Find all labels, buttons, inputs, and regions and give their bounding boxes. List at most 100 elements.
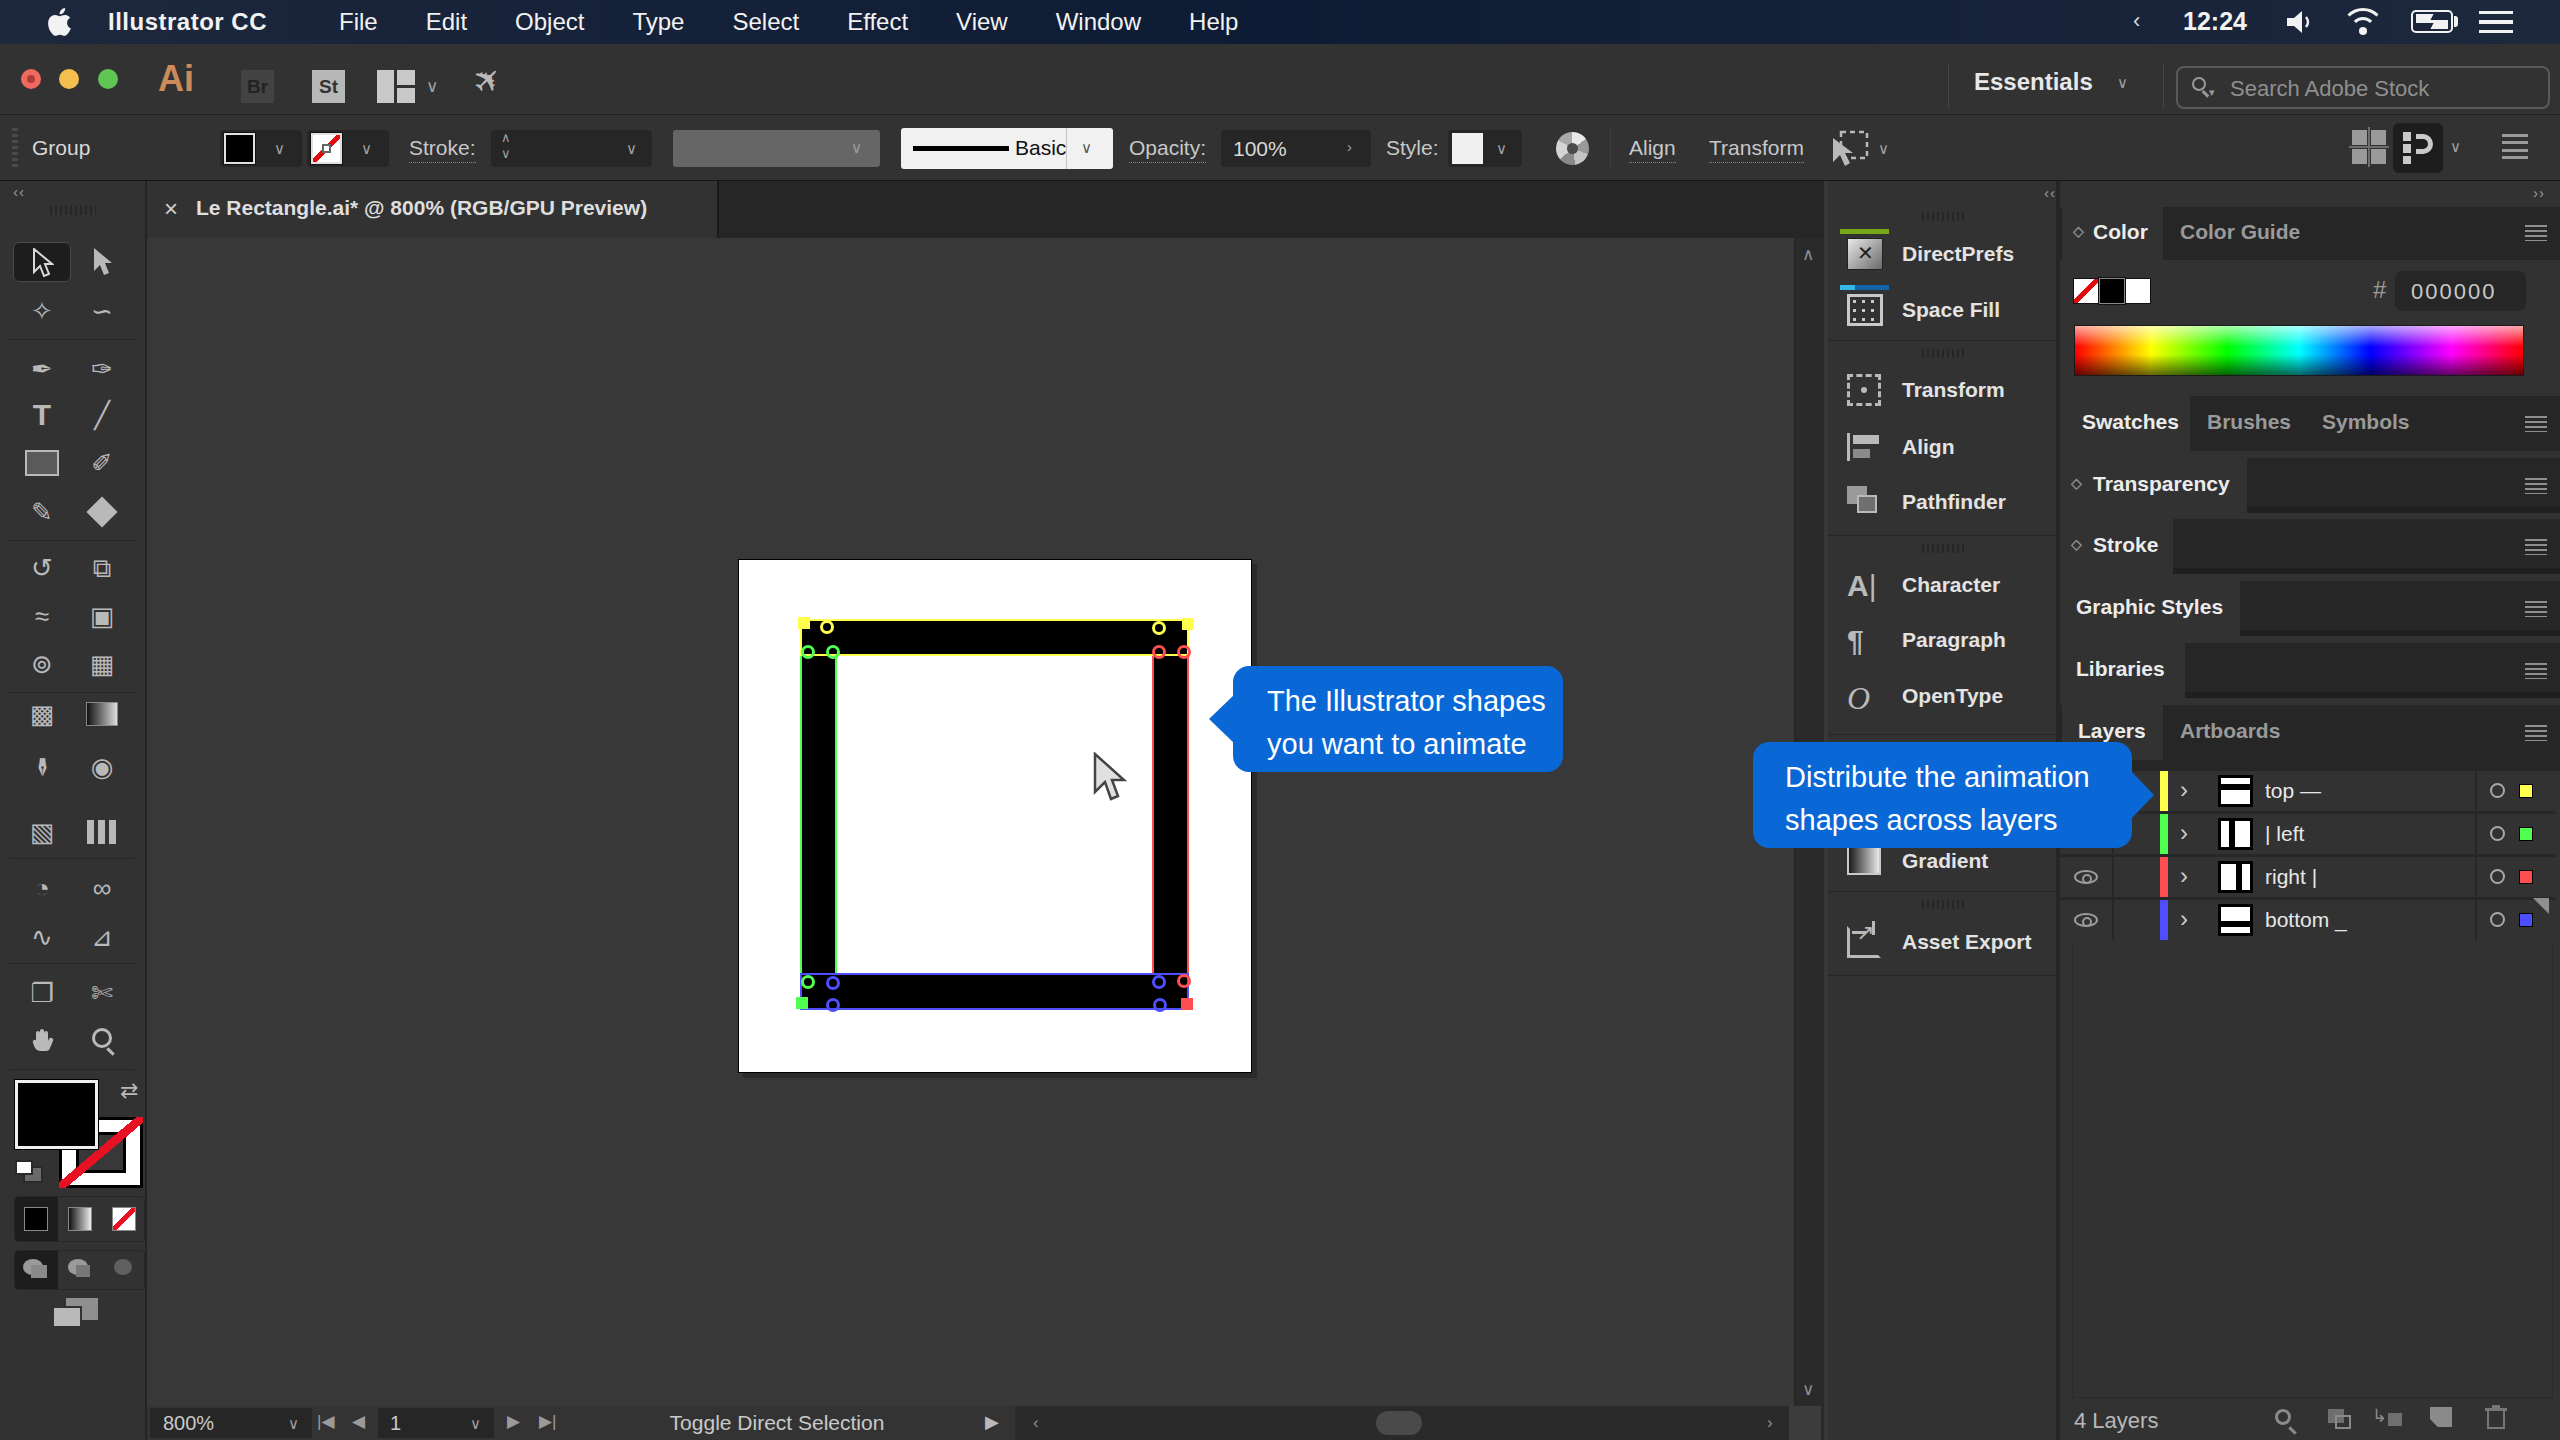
dock-item-character[interactable]: A| Character	[1828, 569, 2056, 613]
measure-tool[interactable]: ⊿	[73, 917, 131, 957]
control-menu-icon[interactable]	[2502, 134, 2528, 160]
panel-libraries[interactable]: Libraries	[2060, 643, 2560, 698]
paintbrush-tool[interactable]: ✐	[73, 443, 131, 483]
close-button[interactable]	[21, 69, 41, 89]
gradient-fill-button[interactable]	[58, 1197, 102, 1241]
stock-badge[interactable]: St	[312, 70, 345, 103]
color-none-swatch[interactable]	[2073, 278, 2099, 304]
menu-edit[interactable]: Edit	[426, 8, 467, 36]
menu-object[interactable]: Object	[515, 8, 584, 36]
next-artboard-icon[interactable]: ▶	[507, 1411, 520, 1432]
layout-chevron-icon[interactable]: ∨	[426, 76, 438, 97]
dock-panels-button[interactable]	[2393, 123, 2443, 173]
perspective-grid-tool[interactable]: ▦	[73, 644, 131, 684]
new-sublayer-icon[interactable]: ↳	[2372, 1409, 2402, 1429]
bridge-badge[interactable]: Br	[241, 70, 274, 103]
menubar-clock[interactable]: 12:24	[2183, 7, 2247, 36]
style-swatch-button[interactable]: ∨	[1448, 130, 1522, 167]
align-label[interactable]: Align	[1629, 136, 1676, 163]
menu-app-name[interactable]: Illustrator CC	[108, 8, 267, 36]
layer-right-expander[interactable]: ›	[2180, 862, 2188, 890]
dock-item-pathfinder[interactable]: Pathfinder	[1828, 486, 2056, 530]
shape-right[interactable]	[1154, 621, 1187, 1008]
free-transform-tool[interactable]: ▣	[73, 596, 131, 636]
rotate-tool[interactable]: ↺	[13, 548, 71, 588]
layer-top-selection-chip[interactable]	[2519, 784, 2533, 798]
layers-search-icon[interactable]	[2275, 1409, 2291, 1425]
menu-select[interactable]: Select	[732, 8, 799, 36]
hex-field[interactable]: 000000	[2395, 271, 2526, 311]
panel-transparency[interactable]: ◇Transparency	[2060, 458, 2560, 513]
libraries-menu-icon[interactable]	[2525, 663, 2547, 679]
zoom-level-dropdown[interactable]: 800% ∨	[150, 1408, 312, 1438]
artboard-tool[interactable]: ❐	[13, 973, 71, 1013]
panel-collapse-icon[interactable]: ››	[2533, 184, 2545, 201]
selection-tool[interactable]	[13, 242, 71, 282]
type-tool[interactable]: T	[13, 395, 71, 435]
layer-right-thumbnail[interactable]	[2218, 861, 2253, 893]
menu-file[interactable]: File	[339, 8, 378, 36]
status-popup-icon[interactable]: ▶	[985, 1411, 999, 1433]
stroke-label[interactable]: Stroke:	[409, 136, 476, 163]
tab-artboards[interactable]: Artboards	[2163, 705, 2300, 760]
dock-chevron-icon[interactable]: ∨	[2450, 138, 2461, 156]
transform-label[interactable]: Transform	[1709, 136, 1804, 163]
hand-tool[interactable]	[13, 1021, 71, 1061]
shape-tool[interactable]: ∞	[73, 868, 131, 908]
dock-item-spacefill[interactable]: Space Fill	[1828, 294, 2056, 338]
battery-icon[interactable]	[2411, 10, 2459, 34]
arrange-documents-icon[interactable]	[2352, 130, 2386, 164]
shape-builder-tool[interactable]: ⊚	[13, 644, 71, 684]
layer-right-target-icon[interactable]	[2490, 869, 2505, 884]
layer-row-bottom[interactable]: › bottom _	[2060, 900, 2556, 940]
layer-bottom-expander[interactable]: ›	[2180, 905, 2188, 933]
color-white-swatch[interactable]	[2125, 278, 2151, 304]
h-scroll-thumb[interactable]	[1376, 1411, 1422, 1435]
screen-mode-button[interactable]	[52, 1298, 98, 1330]
apple-icon[interactable]	[46, 7, 72, 37]
layer-top-expander[interactable]: ›	[2180, 776, 2188, 804]
shape-top[interactable]	[802, 621, 1187, 654]
shape-left[interactable]	[802, 621, 835, 1008]
layer-right-selection-chip[interactable]	[2519, 870, 2533, 884]
layout-icon[interactable]	[377, 70, 415, 103]
none-fill-button[interactable]	[102, 1197, 146, 1241]
gradient-tool[interactable]	[73, 694, 131, 734]
draw-normal-button[interactable]	[15, 1251, 58, 1289]
rectangle-tool[interactable]	[13, 443, 71, 483]
layer-row-right[interactable]: › right |	[2060, 857, 2556, 897]
stroke-color-button[interactable]: ∨	[307, 130, 389, 167]
new-layer-icon[interactable]	[2430, 1407, 2452, 1427]
layer-bottom-name[interactable]: bottom _	[2265, 908, 2347, 932]
layer-left-selection-chip[interactable]	[2519, 827, 2533, 841]
workspace-chevron-icon[interactable]: ∨	[2117, 74, 2128, 92]
layer-bottom-selection-chip[interactable]	[2519, 913, 2533, 927]
draw-inside-button[interactable]	[102, 1251, 146, 1289]
curvature-tool[interactable]: ✑	[73, 349, 131, 389]
dock-grip3[interactable]	[1922, 544, 1964, 553]
dock-item-assetexport[interactable]: ↗ Asset Export	[1828, 926, 2056, 970]
tab-color-guide[interactable]: Color Guide	[2163, 207, 2318, 260]
ellipse-path-tool[interactable]: ◔	[13, 868, 71, 908]
tab-brushes[interactable]: Brushes	[2190, 396, 2305, 451]
panel-stroke[interactable]: ◇Stroke	[2060, 519, 2560, 574]
layer-top-name[interactable]: top —	[2265, 779, 2321, 803]
layer-top-thumbnail[interactable]	[2218, 775, 2253, 807]
list-menu-icon[interactable]	[2479, 11, 2513, 33]
default-fill-stroke-icon[interactable]	[15, 1160, 45, 1185]
layer-left-name[interactable]: | left	[2265, 822, 2304, 846]
dock-grip5[interactable]	[1922, 900, 1964, 909]
dock-item-gradient[interactable]: Gradient	[1828, 845, 2056, 889]
transparency-menu-icon[interactable]	[2525, 478, 2547, 494]
first-artboard-icon[interactable]: |◀	[317, 1411, 335, 1432]
magic-wand-tool[interactable]: ✧	[13, 291, 71, 331]
canvas-area[interactable]: ∧ ∨ The Illustrator shapes you want to a…	[147, 238, 1824, 1406]
tab-color[interactable]: ◇Color	[2062, 207, 2163, 260]
minimize-button[interactable]	[59, 69, 79, 89]
eraser-tool[interactable]	[73, 492, 131, 532]
dock-item-paragraph[interactable]: ¶ Paragraph	[1828, 624, 2056, 668]
mesh-tool[interactable]: ▩	[13, 694, 71, 734]
blend-tool[interactable]: ◉	[73, 747, 131, 787]
swap-fill-stroke-icon[interactable]: ⇄	[120, 1078, 138, 1104]
stroke-weight-stepper[interactable]: ∧ ∨ ∨	[491, 130, 652, 167]
